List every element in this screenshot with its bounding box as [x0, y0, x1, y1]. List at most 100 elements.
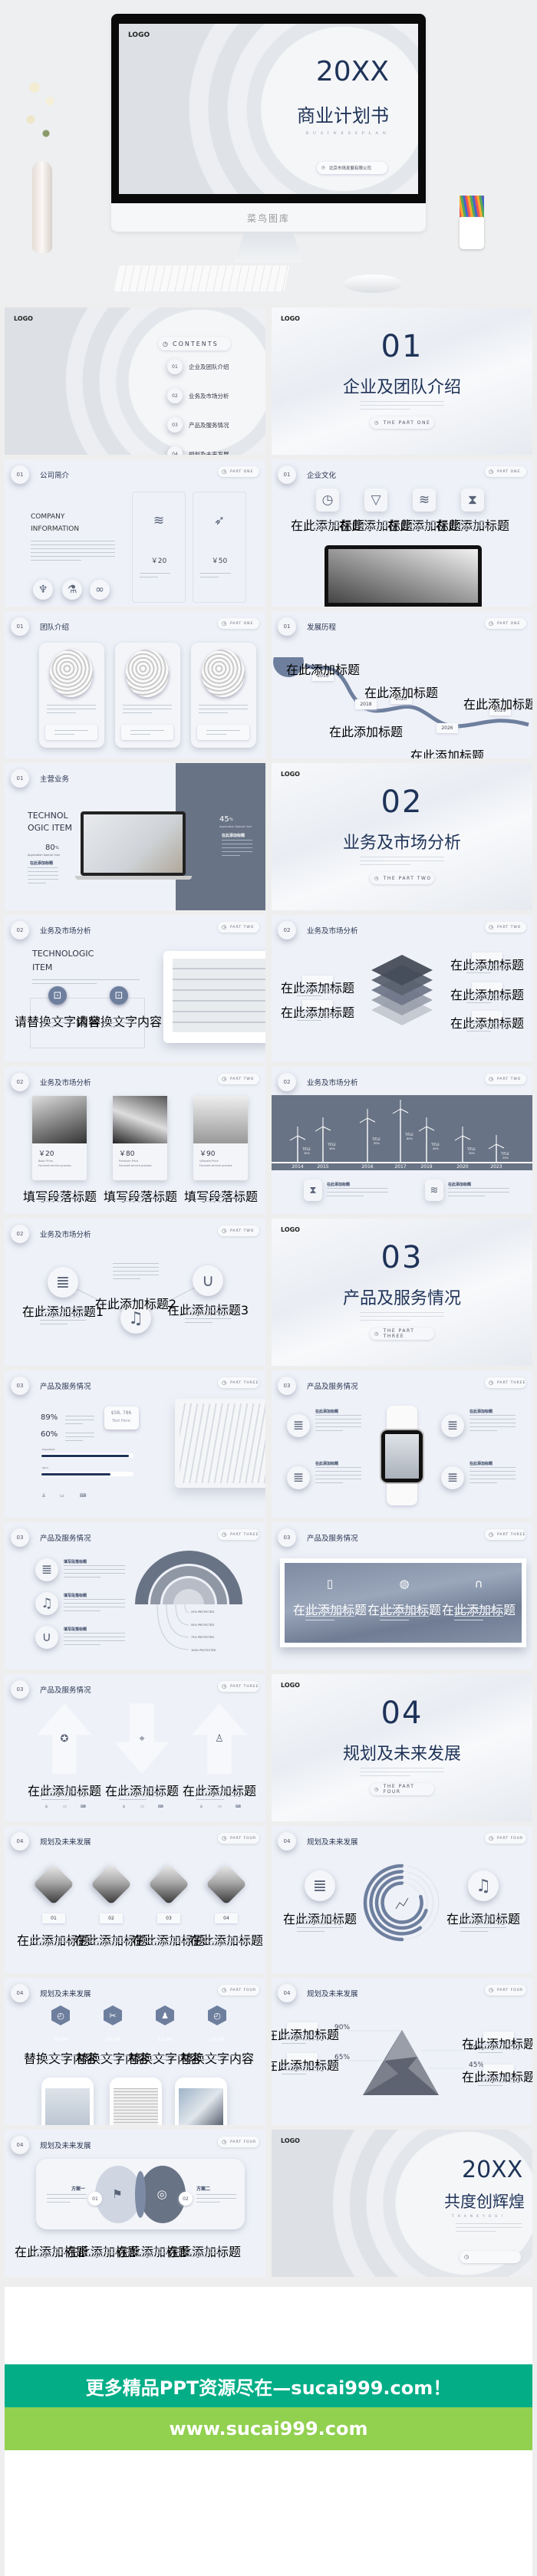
section-number-badge: 04	[11, 2136, 29, 2154]
slide-tech[interactable]: 02 业务及市场分析 ◷ PART TWO TECHNOLOGIC ITEM ⊡ 请替换文字内…	[5, 915, 265, 1062]
alarm-clock-icon: ◷	[321, 492, 334, 508]
alarm-clock-icon: ◷	[489, 1380, 495, 1386]
laptop-icon: ⌨	[235, 1804, 242, 1809]
placeholder-text-lines	[94, 2055, 131, 2063]
laptop-base	[75, 876, 192, 880]
part-badge: ◷ PART TWO	[218, 922, 259, 933]
slide-title: 产品及服务情况	[307, 1535, 358, 1543]
alarm-clock-icon: ◷	[222, 620, 228, 627]
bar-label: Word	[42, 1466, 48, 1469]
section-number-badge: 01	[11, 466, 29, 484]
phone-photo	[45, 2088, 90, 2125]
slide-watch[interactable]: 03 产品及服务情况 ◷ PART THREE ≣ 在此添加标题 ≣ 在此添加标题 ≣ 在此添加标…	[272, 1370, 532, 1518]
toc-label: 企业及团队介绍	[189, 364, 229, 370]
turbine-title: TITLE	[467, 1147, 476, 1152]
alarm-clock-icon: ◷	[222, 1683, 228, 1689]
slide-rainbow[interactable]: 03 产品及服务情况 ◷ PART THREE 25% PROTECTED 50% PRO…	[5, 1522, 265, 1670]
hero-mockup: LOGO 20XX 商业计划书 B U S I N E S S P L A N …	[0, 0, 537, 303]
slide-arrows[interactable]: 03 产品及服务情况 ◷ PART THREE ✪ 在此添加标题 ♙ ▭ ⌨ ⌖ 在此添加标题 ♙ ▭ ⌨…	[5, 1674, 265, 1821]
slide-hexagons[interactable]: 04 规划及未来发展 ◷ PART FOUR ◴ 09:00 替换文字内容 ✂ 10:00 替换文…	[5, 1978, 265, 2125]
placeholder-text-lines	[206, 730, 240, 738]
year-label: 2020	[456, 1164, 469, 1170]
section-number: 02	[16, 1079, 24, 1085]
toc-label: 规划及未来发展	[189, 451, 229, 455]
bubble-value: $58, 786	[110, 1410, 132, 1416]
headset-icon: ∩	[474, 1577, 483, 1591]
team-photo	[50, 650, 93, 697]
part-label: PART FOUR	[230, 1988, 257, 1992]
turbine-value: 60%	[407, 1137, 413, 1141]
price-card	[193, 492, 246, 603]
alarm-clock-icon: ◷	[222, 1076, 228, 1082]
slide-windmills[interactable]: 02 业务及市场分析 ◷ PART TWO TITLE 30% 2014 TITLE 40% 20…	[272, 1067, 532, 1214]
milestone-title: 在此添加标题	[364, 686, 439, 700]
placeholder-text-lines	[305, 1608, 354, 1624]
placeholder-text-lines	[130, 730, 164, 738]
logo: LOGO	[281, 1226, 300, 1233]
slide-stats[interactable]: 03 产品及服务情况 ◷ PART THREE 89% 60% $58, 786 Text H…	[5, 1370, 265, 1518]
slide-title: 规划及未来发展	[40, 1838, 91, 1847]
year-label: 2019	[420, 1164, 433, 1170]
turbine-value: 50%	[374, 1142, 380, 1146]
slide-layers[interactable]: 02 业务及市场分析 ◷ PART TWO 在此添加标题 在此添加标题 在此添加标题 在此添加…	[272, 915, 532, 1062]
logo: LOGO	[281, 1682, 300, 1689]
logo: LOGO	[14, 315, 33, 322]
part-badge: ◷ PART TWO	[485, 1074, 526, 1084]
part-label: THE PART TWO	[383, 875, 432, 881]
slide-business[interactable]: 01主营业务◷PART ONETECHNOLOGIC ITEM80%Applic…	[5, 763, 265, 910]
section-number: 02	[16, 927, 24, 933]
year-label: 2017	[394, 1164, 407, 1170]
slide-section[interactable]: LOGO 02 业务及市场分析 ◷ THE PART TWO	[272, 763, 532, 910]
stat-label: Application Special User	[219, 825, 252, 828]
placeholder-text-lines	[203, 1937, 249, 1949]
year-label: 2018	[360, 702, 372, 707]
turbine-title: TITLE	[431, 1142, 440, 1147]
watch-screen	[385, 1434, 419, 1479]
monitor-brand: 菜鸟图库	[246, 213, 291, 224]
slide-section[interactable]: LOGO 04 规划及未来发展 ◷ THE PART FOUR	[272, 1674, 532, 1821]
placeholder-text-lines	[282, 2035, 323, 2047]
part-pill: ◷ THE PART TWO	[370, 872, 434, 884]
alarm-clock-icon: ◷	[222, 924, 228, 930]
item-title: 在此添加标题	[448, 1183, 472, 1187]
logo: LOGO	[281, 2137, 300, 2144]
section-number-badge: 01	[11, 617, 29, 636]
alarm-clock-icon: ◷	[489, 1531, 495, 1538]
tablet-icon: ▯	[326, 1577, 334, 1591]
slide-mountain[interactable]: 03 产品及服务情况 ◷ PART THREE ▯ 在此添加标题 ◍ 在此添加标题 ∩ 在此添加标…	[272, 1522, 532, 1670]
slide-circles[interactable]: 02 业务及市场分析 ◷ PART TWO ≣ 在此添加标题1 ♫ 在此添加标题2 ∪ 在此添加标…	[5, 1219, 265, 1366]
slide-rings[interactable]: 04 规划及未来发展 ◷ PART FOUR 50% 60% 70% 80% ≣ 在此添加标题 ♫ 在…	[272, 1826, 532, 1973]
slide-pyramid[interactable]: 04 规划及未来发展 ◷ PART FOUR 90% 65% 70% 45% 在此添加标题 在此添…	[272, 1978, 532, 2125]
slide-venn[interactable]: 04 规划及未来发展 ◷ PART FOUR ⚑ ◎ 01 02 方案一 方案二 在此添加标题 在此添…	[5, 2130, 265, 2277]
slide-closing[interactable]: LOGO 20XX 共度创辉煌 T H A N K Y O U ! ◷	[272, 2130, 532, 2277]
banner-url-bar[interactable]: www.sucai999.com	[5, 2407, 532, 2450]
turbine-title: TITLE	[372, 1137, 381, 1142]
slide-section[interactable]: LOGO 01 企业及团队介绍 ◷ THE PART ONE	[272, 308, 532, 455]
slide-title: 产品及服务情况	[40, 1383, 91, 1391]
video-icon: ▭	[63, 1804, 67, 1809]
presentation-icon: ⊡	[53, 989, 62, 1002]
building-photo	[328, 549, 478, 603]
turbine-title: TITLE	[501, 1152, 509, 1156]
tech-heading: TECHNOL	[28, 811, 68, 821]
slide-culture[interactable]: 01 企业文化 ◷ PART ONE ◷ 在此添加标题 ▽ 在此添加标题 ≋ 在此添加标题 ⧗ 在此添…	[272, 459, 532, 607]
section-number-badge: 02	[278, 1073, 296, 1091]
section-number-badge: 03	[278, 1528, 296, 1547]
slide-diamonds[interactable]: 04 规划及未来发展 ◷ PART FOUR 01 在此添加标题 02 在此添加标题 03 在此添…	[5, 1826, 265, 1973]
banner-url: www.sucai999.com	[169, 2418, 368, 2439]
section-number: 01	[16, 623, 24, 630]
part-badge: ◷ PART TWO	[218, 1074, 259, 1084]
banner-headline-bar[interactable]: 更多精品PPT资源尽在—sucai999.com！	[5, 2364, 532, 2407]
slide-prices[interactable]: 02 业务及市场分析 ◷ PART TWO ￥20 Basic Price Focused …	[5, 1067, 265, 1214]
slide-toc[interactable]: LOGO ◷ CONTENTS 01 企业及团队介绍 02 业务及市场分析 03 产品及服务情况…	[5, 308, 265, 455]
bar-label: PowerPoint	[42, 1448, 55, 1451]
placeholder-text-lines	[64, 1633, 125, 1648]
placeholder-text-lines	[146, 1937, 192, 1949]
slide-timeline[interactable]: 01 发展历程 ◷ PART ONE 2016 在此添加标题 2018 在此添加标题 2020 在…	[272, 611, 532, 758]
alarm-clock-icon: ◷	[374, 1786, 380, 1792]
part-badge: ◷ PART FOUR	[218, 1833, 259, 1844]
info-heading: COMPANY	[31, 513, 65, 521]
slide-company[interactable]: 01 公司简介 ◷ PART ONE COMPANY INFORMATION ♆ ⚗ ∞ ≋ ￥20…	[5, 459, 265, 607]
slide-section[interactable]: LOGO 03 产品及服务情况 ◷ THE PART THREE	[272, 1219, 532, 1366]
slide-team[interactable]: 01 团队介绍 ◷ PART ONE	[5, 611, 265, 758]
